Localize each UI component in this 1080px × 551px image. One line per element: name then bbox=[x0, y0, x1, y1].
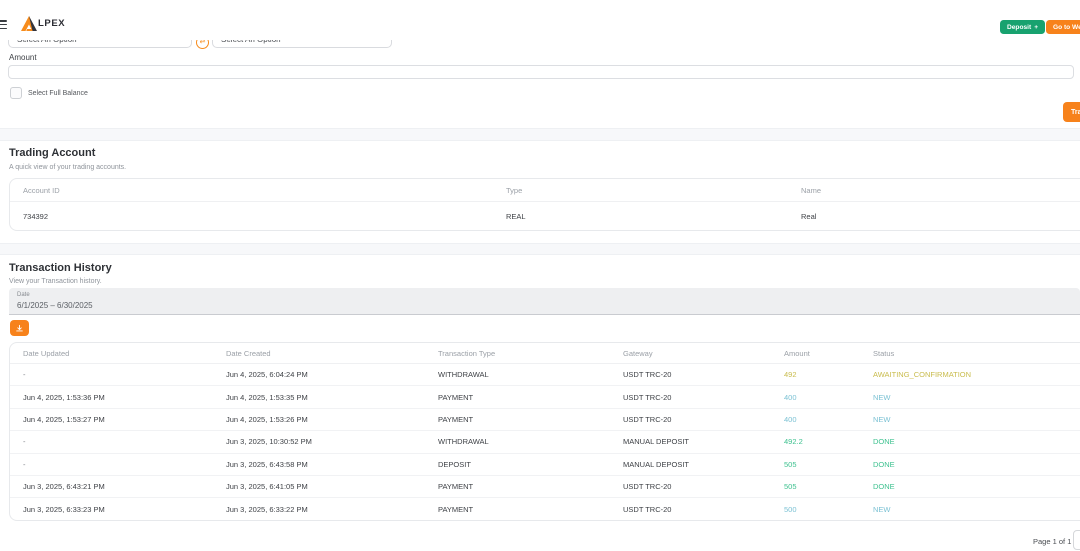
section-divider bbox=[0, 128, 1080, 141]
transaction-row: - Jun 4, 2025, 6:04:24 PM WITHDRAWAL USD… bbox=[10, 364, 1080, 386]
column-name: Name bbox=[801, 186, 1080, 195]
cell-amount: 492.2 bbox=[784, 437, 873, 446]
cell-gateway: USDT TRC-20 bbox=[623, 505, 784, 514]
cell-type: REAL bbox=[506, 212, 801, 221]
cell-status: DONE bbox=[873, 482, 1080, 491]
cell-transaction-type: WITHDRAWAL bbox=[438, 370, 623, 379]
cell-gateway: MANUAL DEPOSIT bbox=[623, 437, 784, 446]
cell-date-updated: - bbox=[23, 460, 226, 469]
go-to-web-button[interactable]: Go to Web bbox=[1046, 20, 1080, 34]
cell-date-created: Jun 3, 2025, 10:30:52 PM bbox=[226, 437, 438, 446]
cell-transaction-type: DEPOSIT bbox=[438, 460, 623, 469]
column-amount: Amount bbox=[784, 349, 873, 358]
column-date-created: Date Created bbox=[226, 349, 438, 358]
cell-amount: 492 bbox=[784, 370, 873, 379]
cell-gateway: USDT TRC-20 bbox=[623, 370, 784, 379]
cell-status: AWAITING_CONFIRMATION bbox=[873, 370, 1080, 379]
cell-date-updated: - bbox=[23, 370, 226, 379]
export-download-button[interactable] bbox=[10, 320, 29, 336]
section-divider bbox=[0, 243, 1080, 255]
cell-date-created: Jun 4, 2025, 1:53:26 PM bbox=[226, 415, 438, 424]
cell-date-updated: Jun 3, 2025, 6:43:21 PM bbox=[23, 482, 226, 491]
brand-logo[interactable]: LPEX bbox=[21, 16, 65, 31]
hamburger-menu-icon[interactable] bbox=[0, 20, 7, 29]
column-date-updated: Date Updated bbox=[23, 349, 226, 358]
cell-date-created: Jun 4, 2025, 1:53:35 PM bbox=[226, 393, 438, 402]
transaction-history-table: Date Updated Date Created Transaction Ty… bbox=[9, 342, 1080, 521]
trading-account-row: 734392 REAL Real bbox=[10, 202, 1080, 231]
trading-account-table-header: Account ID Type Name bbox=[10, 179, 1080, 202]
cell-name: Real bbox=[801, 212, 1080, 221]
cell-date-updated: Jun 3, 2025, 6:33:23 PM bbox=[23, 505, 226, 514]
transaction-row: - Jun 3, 2025, 6:43:58 PM DEPOSIT MANUAL… bbox=[10, 454, 1080, 476]
transaction-history-subtitle: View your Transaction history. bbox=[9, 278, 102, 285]
deposit-button[interactable]: Deposit + bbox=[1000, 20, 1045, 34]
trading-account-table: Account ID Type Name 734392 REAL Real bbox=[9, 178, 1080, 231]
plus-icon: + bbox=[1034, 24, 1038, 31]
transfer-submit-button[interactable]: Tra bbox=[1063, 102, 1080, 122]
pagination-label: Page 1 of 1 bbox=[1033, 537, 1071, 546]
transaction-table-body: - Jun 4, 2025, 6:04:24 PM WITHDRAWAL USD… bbox=[10, 364, 1080, 521]
cell-date-created: Jun 4, 2025, 6:04:24 PM bbox=[226, 370, 438, 379]
cell-amount: 505 bbox=[784, 482, 873, 491]
cell-date-updated: - bbox=[23, 437, 226, 446]
cell-amount: 400 bbox=[784, 393, 873, 402]
full-balance-label: Select Full Balance bbox=[28, 90, 88, 97]
column-account-id: Account ID bbox=[23, 186, 506, 195]
cell-status: DONE bbox=[873, 437, 1080, 446]
cell-amount: 500 bbox=[784, 505, 873, 514]
date-field-label: Date bbox=[17, 292, 30, 298]
cell-date-updated: Jun 4, 2025, 1:53:36 PM bbox=[23, 393, 226, 402]
full-balance-checkbox[interactable] bbox=[10, 87, 22, 99]
transaction-row: Jun 4, 2025, 1:53:36 PM Jun 4, 2025, 1:5… bbox=[10, 386, 1080, 408]
column-transaction-type: Transaction Type bbox=[438, 349, 623, 358]
cell-account-id: 734392 bbox=[23, 212, 506, 221]
cell-gateway: USDT TRC-20 bbox=[623, 482, 784, 491]
cell-status: DONE bbox=[873, 460, 1080, 469]
transaction-row: - Jun 3, 2025, 10:30:52 PM WITHDRAWAL MA… bbox=[10, 431, 1080, 453]
transaction-history-title: Transaction History bbox=[9, 262, 112, 274]
transaction-row: Jun 3, 2025, 6:33:23 PM Jun 3, 2025, 6:3… bbox=[10, 498, 1080, 520]
cell-date-updated: Jun 4, 2025, 1:53:27 PM bbox=[23, 415, 226, 424]
cell-status: NEW bbox=[873, 505, 1080, 514]
trading-account-title: Trading Account bbox=[9, 147, 95, 159]
cell-date-created: Jun 3, 2025, 6:41:05 PM bbox=[226, 482, 438, 491]
amount-input[interactable] bbox=[8, 65, 1074, 79]
column-gateway: Gateway bbox=[623, 349, 784, 358]
cell-status: NEW bbox=[873, 415, 1080, 424]
column-status: Status bbox=[873, 349, 1080, 358]
pagination-size-select[interactable] bbox=[1073, 530, 1080, 550]
cell-transaction-type: WITHDRAWAL bbox=[438, 437, 623, 446]
date-field-value: 6/1/2025 – 6/30/2025 bbox=[17, 301, 93, 310]
cell-transaction-type: PAYMENT bbox=[438, 505, 623, 514]
go-to-web-button-label: Go to Web bbox=[1053, 24, 1080, 31]
transaction-row: Jun 4, 2025, 1:53:27 PM Jun 4, 2025, 1:5… bbox=[10, 409, 1080, 431]
cell-transaction-type: PAYMENT bbox=[438, 482, 623, 491]
cell-gateway: MANUAL DEPOSIT bbox=[623, 460, 784, 469]
cell-gateway: USDT TRC-20 bbox=[623, 415, 784, 424]
deposit-button-label: Deposit bbox=[1007, 24, 1031, 31]
logo-triangle-icon bbox=[21, 16, 37, 31]
cell-transaction-type: PAYMENT bbox=[438, 415, 623, 424]
trading-account-subtitle: A quick view of your trading accounts. bbox=[9, 164, 126, 171]
download-icon bbox=[16, 324, 23, 333]
cell-date-created: Jun 3, 2025, 6:43:58 PM bbox=[226, 460, 438, 469]
cell-amount: 400 bbox=[784, 415, 873, 424]
brand-name: LPEX bbox=[38, 18, 65, 29]
cell-gateway: USDT TRC-20 bbox=[623, 393, 784, 402]
cell-date-created: Jun 3, 2025, 6:33:22 PM bbox=[226, 505, 438, 514]
transaction-row: Jun 3, 2025, 6:43:21 PM Jun 3, 2025, 6:4… bbox=[10, 476, 1080, 498]
amount-label: Amount bbox=[9, 53, 37, 62]
cell-status: NEW bbox=[873, 393, 1080, 402]
top-header: LPEX Deposit + Go to Web bbox=[0, 0, 1080, 40]
transaction-table-header: Date Updated Date Created Transaction Ty… bbox=[10, 343, 1080, 364]
date-range-input[interactable]: Date 6/1/2025 – 6/30/2025 bbox=[9, 288, 1080, 315]
cell-transaction-type: PAYMENT bbox=[438, 393, 623, 402]
column-type: Type bbox=[506, 186, 801, 195]
cell-amount: 505 bbox=[784, 460, 873, 469]
